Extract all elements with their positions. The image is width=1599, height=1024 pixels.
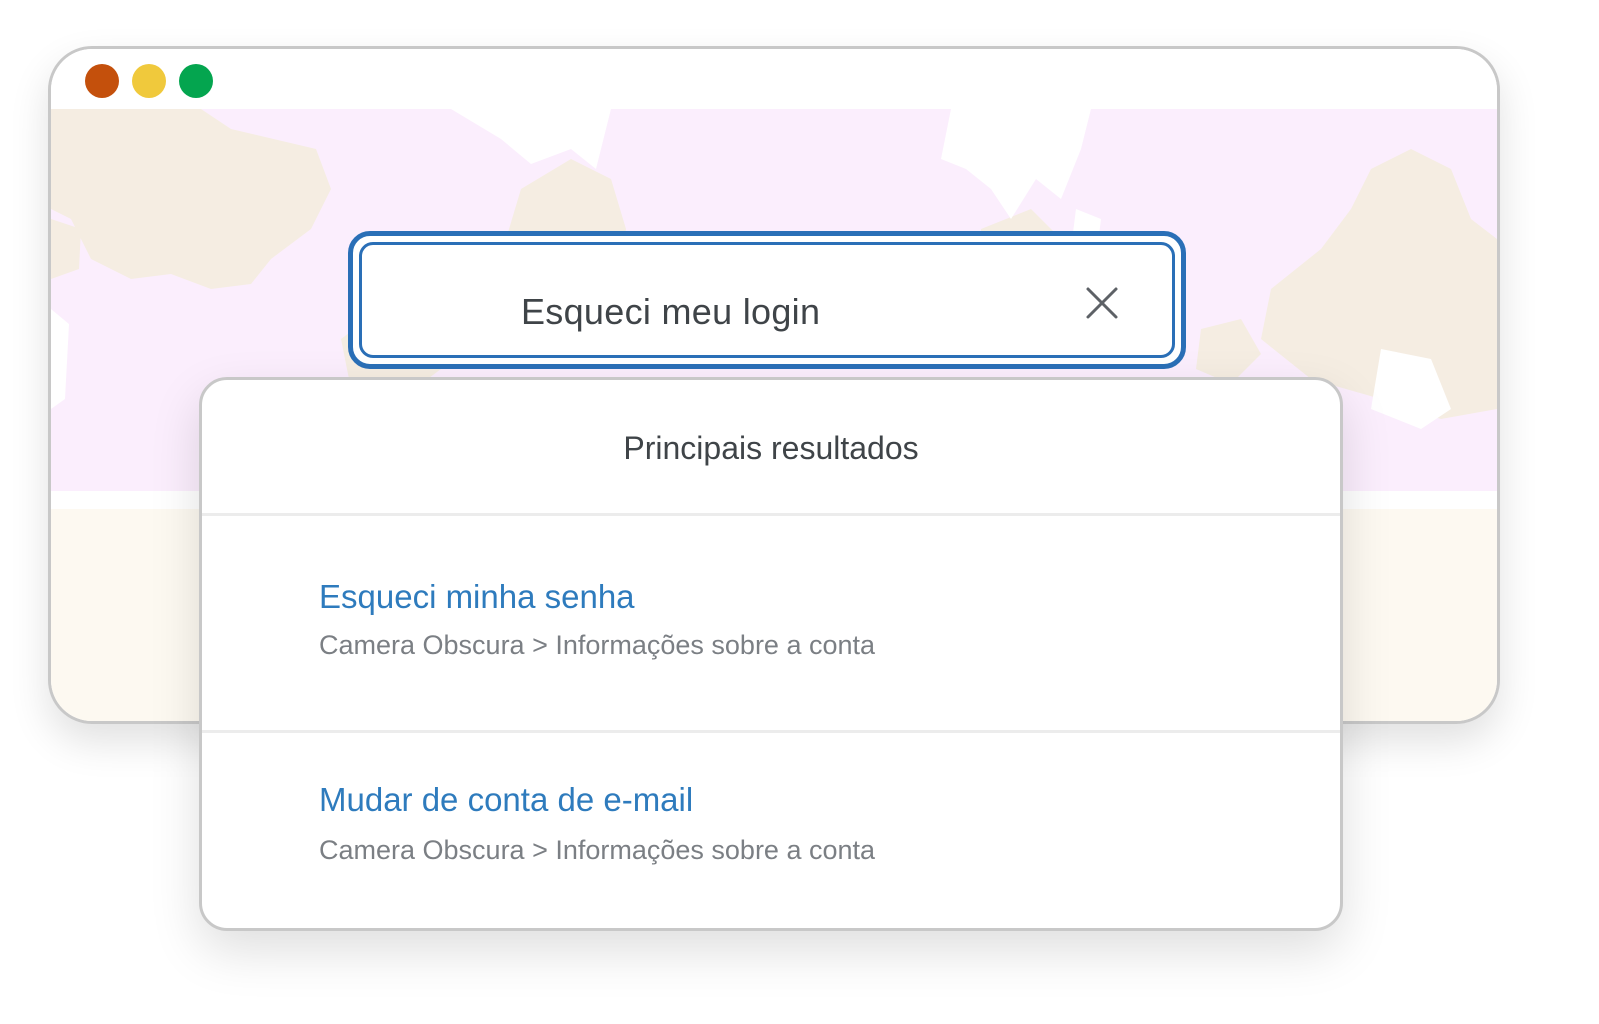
result-item[interactable]: Mudar de conta de e-mail Camera Obscura … bbox=[202, 733, 1340, 928]
result-title-link[interactable]: Esqueci minha senha bbox=[319, 578, 635, 616]
search-input[interactable]: Esqueci meu login bbox=[521, 291, 820, 333]
result-breadcrumb: Camera Obscura > Informações sobre a con… bbox=[319, 630, 876, 660]
result-title-link[interactable]: Mudar de conta de e-mail bbox=[319, 781, 693, 819]
search-box: Esqueci meu login bbox=[348, 231, 1186, 369]
search-results-dropdown: Principais resultados Esqueci minha senh… bbox=[199, 377, 1343, 931]
result-breadcrumb: Camera Obscura > Informações sobre a con… bbox=[319, 835, 876, 865]
result-item[interactable]: Esqueci minha senha Camera Obscura > Inf… bbox=[202, 516, 1340, 730]
maximize-window-button[interactable] bbox=[179, 64, 213, 98]
close-window-button[interactable] bbox=[85, 64, 119, 98]
results-heading: Principais resultados bbox=[623, 430, 919, 466]
clear-search-button[interactable] bbox=[1082, 283, 1122, 323]
close-icon bbox=[1086, 287, 1118, 319]
stage: Esqueci meu login Principais resultados … bbox=[0, 0, 1599, 1024]
window-titlebar bbox=[51, 49, 1497, 109]
minimize-window-button[interactable] bbox=[132, 64, 166, 98]
search-field-frame: Esqueci meu login bbox=[359, 242, 1175, 358]
